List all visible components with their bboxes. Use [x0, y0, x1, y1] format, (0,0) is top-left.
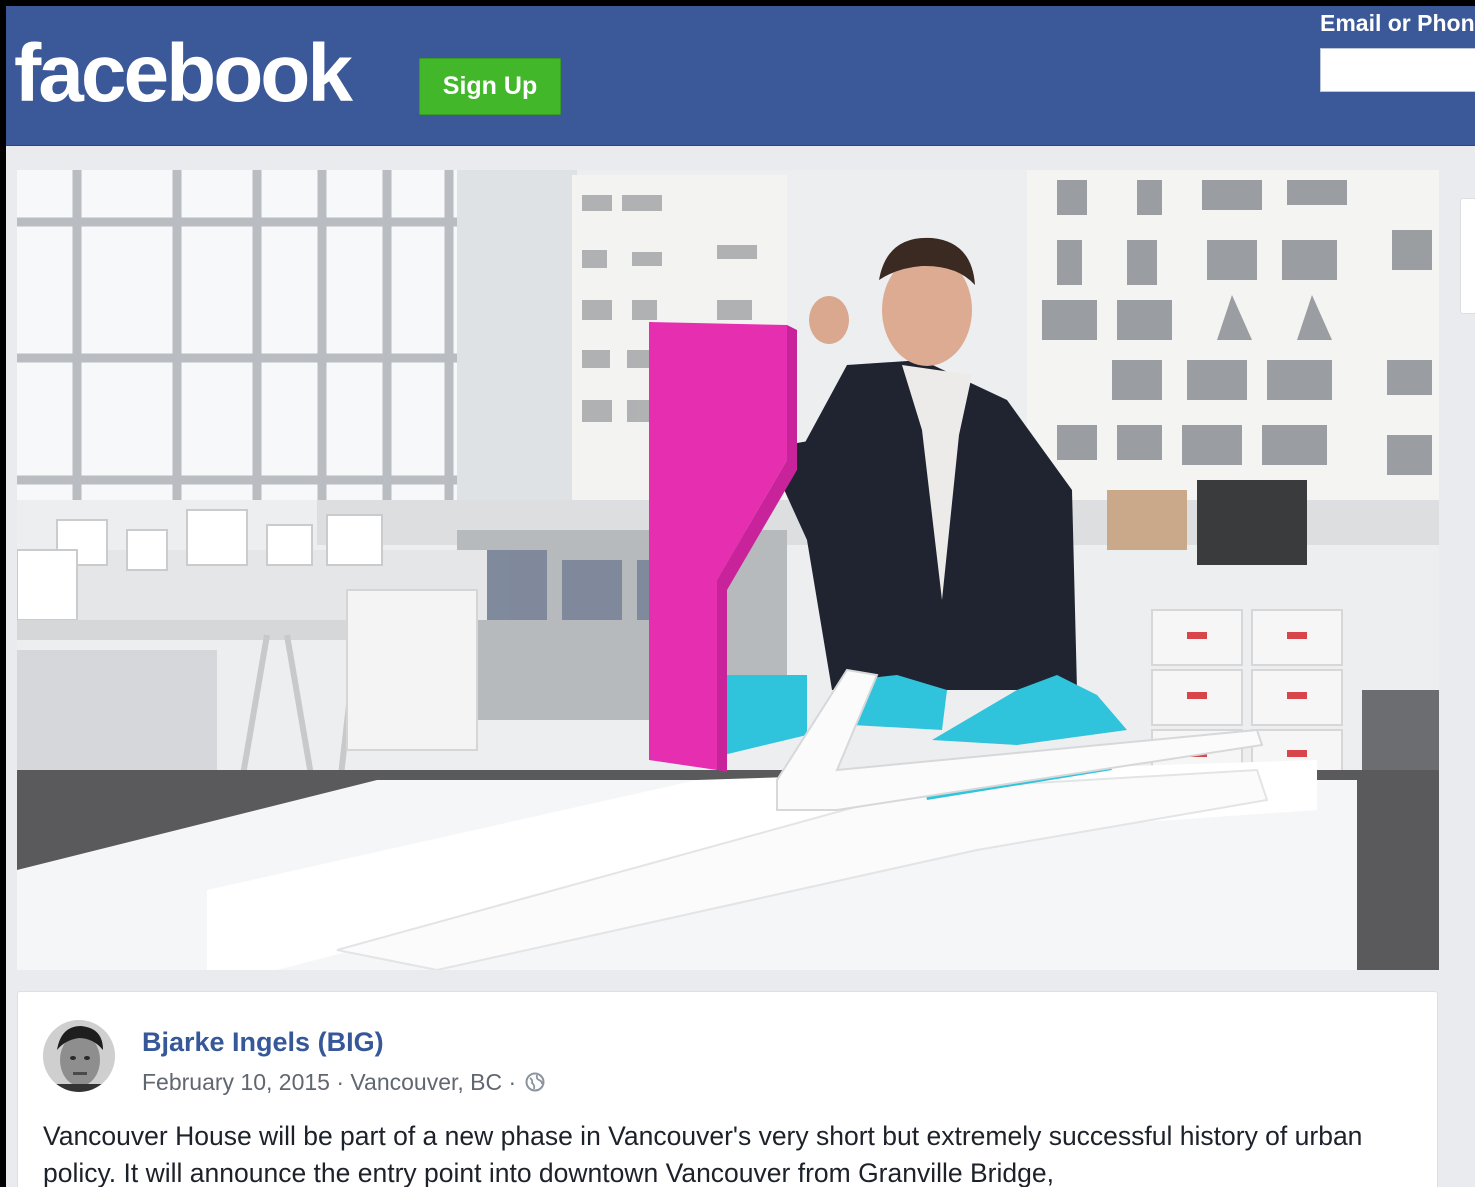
- page: facebook Sign Up Email or Phone Bjarke I…: [6, 6, 1475, 1187]
- post-card: Bjarke Ingels (BIG) February 10, 2015 · …: [17, 991, 1438, 1187]
- top-navigation-bar: facebook Sign Up Email or Phone: [6, 6, 1475, 146]
- side-panel: [1460, 198, 1475, 314]
- post-location[interactable]: Vancouver, BC: [350, 1069, 502, 1095]
- avatar-image: [43, 1020, 115, 1092]
- post-meta: February 10, 2015 · Vancouver, BC ·: [142, 1065, 545, 1097]
- email-or-phone-input[interactable]: [1320, 48, 1475, 92]
- post-text: Vancouver House will be part of a new ph…: [43, 1121, 1363, 1187]
- globe-icon[interactable]: [525, 1072, 545, 1092]
- video-player[interactable]: [17, 170, 1439, 970]
- meta-separator: ·: [508, 1068, 517, 1095]
- facebook-logo[interactable]: facebook: [14, 24, 353, 124]
- author-name-link[interactable]: Bjarke Ingels (BIG): [142, 1025, 384, 1059]
- meta-separator: ·: [336, 1068, 345, 1095]
- author-avatar[interactable]: [43, 1020, 115, 1092]
- video-frame: [17, 170, 1439, 970]
- email-or-phone-label: Email or Phone: [1320, 10, 1475, 36]
- sign-up-button[interactable]: Sign Up: [419, 58, 561, 115]
- post-date[interactable]: February 10, 2015: [142, 1069, 330, 1095]
